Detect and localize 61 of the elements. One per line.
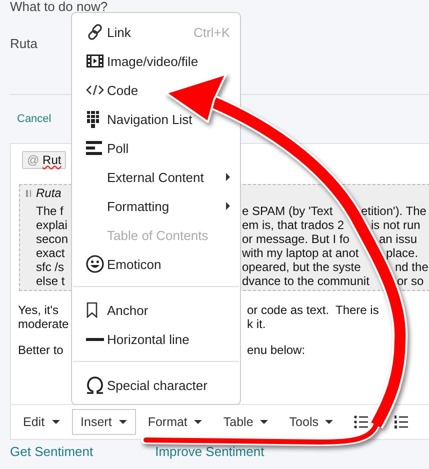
menu-item[interactable]: Special character — [72, 370, 218, 400]
quote-text: an issu — [379, 232, 418, 246]
quote-text: e SPAM (by 'Text — [242, 204, 333, 218]
omega-icon — [86, 376, 104, 394]
quote-text: is not run — [371, 218, 420, 232]
body-text: moderate — [18, 317, 69, 331]
grid-icon — [86, 110, 100, 128]
quote-text: else t — [36, 274, 65, 288]
smiley-icon — [86, 255, 104, 273]
body-text: or code as text. There is — [247, 303, 379, 317]
body-text: Yes, it's — [18, 303, 59, 317]
menu-item[interactable]: Formatting — [72, 192, 240, 220]
body-text: enu below: — [247, 343, 306, 357]
toolbar-menu-button[interactable]: Insert — [72, 409, 136, 435]
get-sentiment-link[interactable]: Get Sentiment — [10, 444, 94, 460]
body-text: Better to — [18, 343, 64, 357]
quote-text: or so — [397, 274, 424, 288]
quote-text: dvance to the communit — [242, 274, 370, 288]
code-icon — [86, 84, 104, 96]
cancel-link[interactable]: Cancel — [17, 112, 52, 126]
menu-item[interactable]: Poll — [72, 134, 139, 162]
quote-text: The f — [36, 204, 64, 218]
submenu-arrow-icon — [226, 173, 230, 181]
quote-text: secon — [36, 232, 68, 246]
mention-tag[interactable]: @ Rut — [22, 151, 66, 169]
quote-text: exact — [36, 246, 65, 260]
numbered-list-icon[interactable] — [394, 415, 408, 429]
quote-text: opeared, but the syste — [242, 260, 361, 274]
body-text: k it. — [247, 317, 266, 331]
film-icon — [86, 54, 104, 68]
menu-item[interactable]: External Content — [72, 162, 240, 192]
submenu-arrow-icon — [226, 202, 230, 210]
quote-text: or message. But I fo — [242, 232, 350, 246]
question-text: What to do now? — [10, 0, 108, 14]
bookmark-icon — [86, 302, 98, 318]
horizontal-line-icon — [86, 338, 104, 340]
menu-item[interactable]: Horizontal line — [72, 324, 200, 354]
quote-text: etition'). The — [361, 204, 426, 218]
quote-text: em is, that trados 2 — [242, 218, 344, 232]
bullet-list-icon[interactable] — [354, 415, 368, 429]
quote-text: explai — [36, 218, 68, 232]
quote-text: nd the — [395, 260, 428, 274]
toolbar-menu-button[interactable]: Edit — [14, 409, 69, 435]
menu-item[interactable]: Code — [72, 76, 148, 104]
menu-item[interactable]: Link Ctrl+K — [72, 18, 240, 46]
menu-item[interactable]: Image/video/file — [72, 46, 208, 76]
bars-icon — [86, 141, 102, 155]
quote-text: sfc /s — [36, 260, 64, 274]
quote-author: Ruta — [36, 185, 62, 201]
link-icon — [86, 23, 104, 41]
quote-text: place. — [386, 246, 418, 260]
toolbar-menu-button[interactable]: Format — [138, 409, 212, 435]
quote-text: with my laptop at anot — [242, 246, 359, 260]
improve-sentiment-link[interactable]: Improve Sentiment — [155, 444, 264, 460]
toolbar-menu-button[interactable]: Tools — [280, 409, 342, 435]
author-name: Ruta — [10, 37, 38, 51]
menu-item[interactable]: Emoticon — [72, 250, 172, 278]
menu-item[interactable]: Anchor — [72, 296, 158, 324]
toolbar-menu-button[interactable]: Table — [214, 409, 278, 435]
menu-item[interactable]: Navigation List — [72, 104, 202, 134]
quote-icon — [26, 190, 31, 196]
